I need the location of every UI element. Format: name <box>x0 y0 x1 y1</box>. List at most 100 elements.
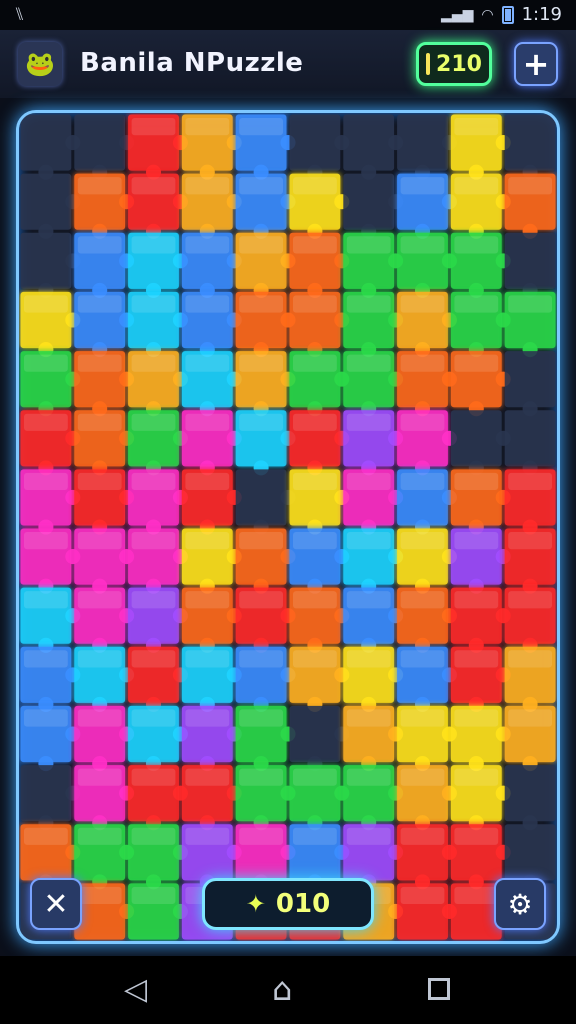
puzzle-piece[interactable] <box>181 528 242 594</box>
puzzle-piece[interactable] <box>343 705 404 772</box>
puzzle-piece[interactable] <box>504 410 556 476</box>
settings-button[interactable]: ⚙ <box>494 878 546 930</box>
puzzle-piece[interactable] <box>128 528 188 594</box>
puzzle-piece[interactable] <box>181 587 242 653</box>
puzzle-piece[interactable] <box>181 646 242 712</box>
puzzle-piece[interactable] <box>74 587 135 653</box>
puzzle-piece[interactable] <box>128 765 188 831</box>
puzzle-piece[interactable] <box>235 646 296 712</box>
home-icon[interactable]: ⌂ <box>272 970 292 1008</box>
puzzle-piece[interactable] <box>74 410 135 476</box>
puzzle-piece[interactable] <box>343 469 404 535</box>
puzzle-piece[interactable] <box>181 351 242 417</box>
puzzle-piece[interactable] <box>74 883 135 940</box>
puzzle-piece[interactable] <box>181 469 242 535</box>
puzzle-piece[interactable] <box>343 765 404 831</box>
puzzle-piece[interactable] <box>74 705 135 772</box>
puzzle-piece[interactable] <box>450 469 511 535</box>
puzzle-piece[interactable] <box>397 883 457 940</box>
puzzle-piece[interactable] <box>289 232 350 298</box>
puzzle-piece[interactable] <box>343 232 404 298</box>
puzzle-piece[interactable] <box>128 883 188 940</box>
puzzle-piece[interactable] <box>397 528 457 594</box>
puzzle-piece[interactable] <box>128 410 188 476</box>
puzzle-piece[interactable] <box>450 587 511 653</box>
puzzle-piece[interactable] <box>450 765 511 831</box>
puzzle-piece[interactable] <box>235 587 296 653</box>
puzzle-piece[interactable] <box>397 705 457 772</box>
puzzle-piece[interactable] <box>504 351 556 417</box>
puzzle-piece[interactable] <box>450 351 511 417</box>
puzzle-piece[interactable] <box>235 351 296 417</box>
puzzle-piece[interactable] <box>74 824 135 890</box>
close-button[interactable]: ✕ <box>30 878 82 930</box>
puzzle-piece[interactable] <box>181 410 242 476</box>
puzzle-piece[interactable] <box>74 173 135 239</box>
puzzle-piece[interactable] <box>343 114 404 180</box>
add-coins-button[interactable]: + <box>514 42 558 86</box>
puzzle-piece[interactable] <box>450 232 511 298</box>
puzzle-piece[interactable] <box>235 528 296 594</box>
puzzle-piece[interactable] <box>235 114 296 180</box>
puzzle-piece[interactable] <box>504 705 556 772</box>
puzzle-piece[interactable] <box>20 173 81 239</box>
puzzle-piece[interactable] <box>74 232 135 298</box>
puzzle-piece[interactable] <box>289 114 350 180</box>
puzzle-piece[interactable] <box>74 469 135 535</box>
puzzle-piece[interactable] <box>235 765 296 831</box>
puzzle-piece[interactable] <box>20 469 81 535</box>
puzzle-piece[interactable] <box>20 528 81 594</box>
puzzle-piece[interactable] <box>181 232 242 298</box>
puzzle-piece[interactable] <box>289 173 350 239</box>
puzzle-piece[interactable] <box>450 646 511 712</box>
puzzle-piece[interactable] <box>504 587 556 653</box>
puzzle-piece[interactable] <box>181 114 242 180</box>
puzzle-piece[interactable] <box>235 705 296 772</box>
puzzle-piece[interactable] <box>397 173 457 239</box>
avatar-button[interactable]: 🐸 <box>18 42 62 86</box>
puzzle-piece[interactable] <box>504 528 556 594</box>
puzzle-piece[interactable] <box>181 173 242 239</box>
puzzle-piece[interactable] <box>397 587 457 653</box>
back-icon[interactable]: ◁ <box>124 972 147 1007</box>
puzzle-piece[interactable] <box>504 646 556 712</box>
puzzle-piece[interactable] <box>289 528 350 594</box>
puzzle-piece[interactable] <box>235 469 296 535</box>
puzzle-piece[interactable] <box>450 410 511 476</box>
puzzle-piece[interactable] <box>343 173 404 239</box>
puzzle-piece[interactable] <box>128 705 188 772</box>
puzzle-board[interactable] <box>16 110 560 944</box>
puzzle-piece[interactable] <box>289 410 350 476</box>
puzzle-piece[interactable] <box>128 232 188 298</box>
puzzle-piece[interactable] <box>343 351 404 417</box>
puzzle-piece[interactable] <box>181 765 242 831</box>
puzzle-piece[interactable] <box>74 528 135 594</box>
puzzle-piece[interactable] <box>504 114 556 180</box>
puzzle-piece[interactable] <box>289 291 350 358</box>
puzzle-piece[interactable] <box>128 469 188 535</box>
puzzle-piece[interactable] <box>289 705 350 772</box>
puzzle-piece[interactable] <box>128 824 188 890</box>
puzzle-piece[interactable] <box>74 114 135 180</box>
puzzle-piece[interactable] <box>235 173 296 239</box>
puzzle-piece[interactable] <box>74 765 135 831</box>
puzzle-piece[interactable] <box>289 351 350 417</box>
puzzle-piece[interactable] <box>397 410 457 476</box>
puzzle-piece[interactable] <box>397 232 457 298</box>
puzzle-piece[interactable] <box>20 232 81 298</box>
puzzle-piece[interactable] <box>20 646 81 712</box>
puzzle-piece[interactable] <box>289 469 350 535</box>
puzzle-piece[interactable] <box>504 173 556 239</box>
puzzle-piece[interactable] <box>20 705 81 772</box>
puzzle-piece[interactable] <box>20 114 81 180</box>
puzzle-piece[interactable] <box>504 765 556 831</box>
puzzle-piece[interactable] <box>397 765 457 831</box>
puzzle-piece[interactable] <box>74 291 135 358</box>
puzzle-piece[interactable] <box>289 587 350 653</box>
puzzle-piece[interactable] <box>343 410 404 476</box>
puzzle-piece[interactable] <box>450 173 511 239</box>
puzzle-piece[interactable] <box>128 351 188 417</box>
puzzle-piece[interactable] <box>397 351 457 417</box>
puzzle-piece[interactable] <box>181 705 242 772</box>
puzzle-grid[interactable] <box>19 113 557 941</box>
